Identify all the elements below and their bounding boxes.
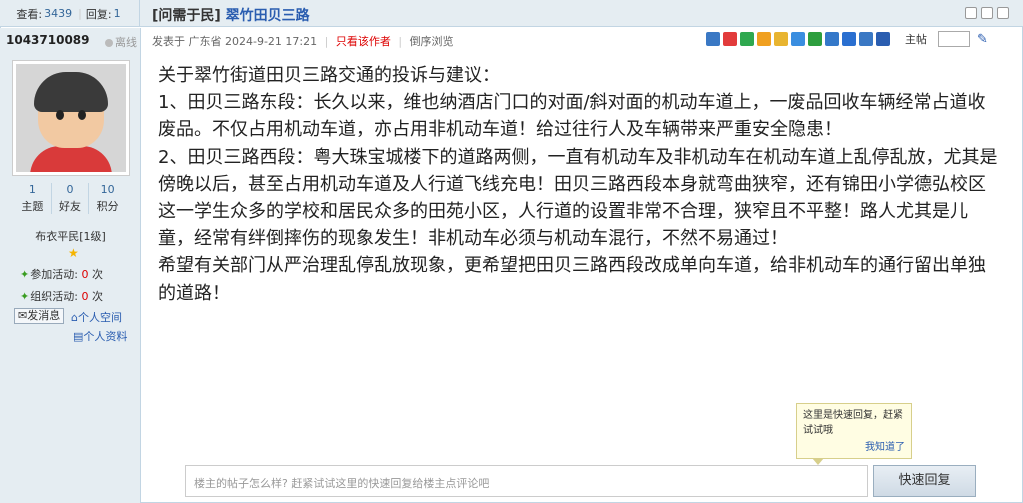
quick-reply-tooltip: 这里是快速回复，赶紧试试哦 我知道了 — [796, 403, 912, 459]
profile-link[interactable]: ▤个人资料 — [73, 328, 127, 344]
people-icon[interactable] — [876, 32, 890, 46]
stats-divider: | — [78, 7, 82, 20]
thread-header: 查看: 3439 | 回复: 1 [问需于民] 翠竹田贝三路 — [0, 0, 1023, 27]
activity-joined: ✦参加活动: 0 次 — [20, 268, 103, 281]
only-author-link[interactable]: 只看该作者 — [336, 35, 391, 48]
views-count: 3439 — [44, 7, 73, 20]
stat-points[interactable]: 10 积分 — [89, 183, 126, 214]
next-icon[interactable] — [997, 7, 1009, 19]
post-datetime: 2024-9-21 17:21 — [225, 35, 318, 48]
thread-title-text[interactable]: 翠竹田贝三路 — [226, 8, 310, 24]
header-icons — [965, 7, 1009, 19]
more-icon[interactable] — [859, 32, 873, 46]
activity-icon: ✦ — [20, 290, 30, 303]
weibo-icon[interactable] — [723, 32, 737, 46]
qzone-icon[interactable] — [774, 32, 788, 46]
pen-icon[interactable]: ✎ — [977, 32, 988, 47]
post-paragraph: 希望有关部门从严治理乱停乱放现象，更希望把田贝三路西段改成单向车道，给非机动车的… — [158, 255, 986, 304]
print-icon[interactable] — [965, 7, 977, 19]
stat-threads[interactable]: 1 主题 — [14, 183, 52, 214]
floor-jump-input[interactable] — [938, 31, 970, 47]
user-stats: 1 主题 0 好友 10 积分 — [14, 183, 126, 214]
thread-category[interactable]: [问需于民] — [152, 8, 221, 24]
author-name[interactable]: 1043710089 — [6, 33, 90, 47]
activity-icon: ✦ — [20, 268, 30, 281]
kaixin-icon[interactable] — [842, 32, 856, 46]
star-icon: ★ — [68, 246, 79, 260]
posted-prefix: 发表于 — [152, 35, 185, 48]
post-paragraph: 1、田贝三路东段：长久以来，维也纳酒店门口的对面/斜对面的机动车道上，一废品回收… — [158, 92, 986, 141]
quick-reply-button[interactable]: 快速回复 — [873, 465, 976, 497]
send-message-button[interactable]: ✉发消息 — [14, 308, 65, 324]
activity-organized: ✦组织活动: 0 次 — [20, 290, 103, 303]
offline-dot-icon — [105, 39, 113, 47]
share-toolbar: 主帖 ✎ — [706, 31, 988, 47]
prev-icon[interactable] — [981, 7, 993, 19]
qq-icon[interactable] — [757, 32, 771, 46]
avatar[interactable] — [12, 60, 130, 176]
quick-reply-input[interactable]: 楼主的帖子怎么样? 赶紧试试这里的快速回复给楼主点评论吧 — [185, 465, 868, 497]
reverse-order-link[interactable]: 倒序浏览 — [410, 35, 454, 48]
floor-label: 主帖 — [905, 33, 927, 46]
post-location: 广东省 — [188, 35, 222, 48]
thread-title: [问需于民] 翠竹田贝三路 — [152, 5, 310, 25]
replies-count: 1 — [113, 7, 121, 20]
personal-space-link[interactable]: ⌂个人空间 — [71, 309, 122, 325]
wechat-icon[interactable] — [740, 32, 754, 46]
tooltip-dismiss-link[interactable]: 我知道了 — [803, 440, 905, 455]
tooltip-text: 这里是快速回复，赶紧试试哦 — [803, 410, 903, 436]
post-paragraph: 关于翠竹街道田贝三路交通的投诉与建议： — [158, 65, 500, 86]
avatar-image — [16, 64, 126, 172]
tooltip-tail — [812, 458, 824, 465]
online-status-text: 离线 — [115, 36, 137, 49]
post-body: 关于翠竹街道田贝三路交通的投诉与建议： 1、田贝三路东段：长久以来，维也纳酒店门… — [158, 62, 1003, 307]
doc-icon: ▤ — [73, 330, 84, 343]
post-paragraph: 2、田贝三路西段：粤大珠宝城楼下的道路两侧，一直有机动车及非机动车在机动车道上乱… — [158, 146, 998, 250]
user-rank: 布衣平民[1级] — [35, 230, 106, 243]
tencent-weibo-icon[interactable] — [791, 32, 805, 46]
replies-label: 回复: — [85, 7, 112, 21]
douban-icon[interactable] — [808, 32, 822, 46]
online-status: 离线 — [105, 34, 137, 50]
mail-icon: ✉ — [18, 309, 28, 322]
renren-icon[interactable] — [825, 32, 839, 46]
home-icon: ⌂ — [71, 311, 78, 324]
plus-icon[interactable] — [706, 32, 720, 46]
views-label: 查看: — [16, 7, 43, 21]
thread-stats: 查看: 3439 | 回复: 1 — [0, 0, 140, 27]
post-meta: 发表于 广东省 2024-9-21 17:21 | 只看该作者 | 倒序浏览 — [152, 35, 454, 48]
stat-friends[interactable]: 0 好友 — [52, 183, 90, 214]
